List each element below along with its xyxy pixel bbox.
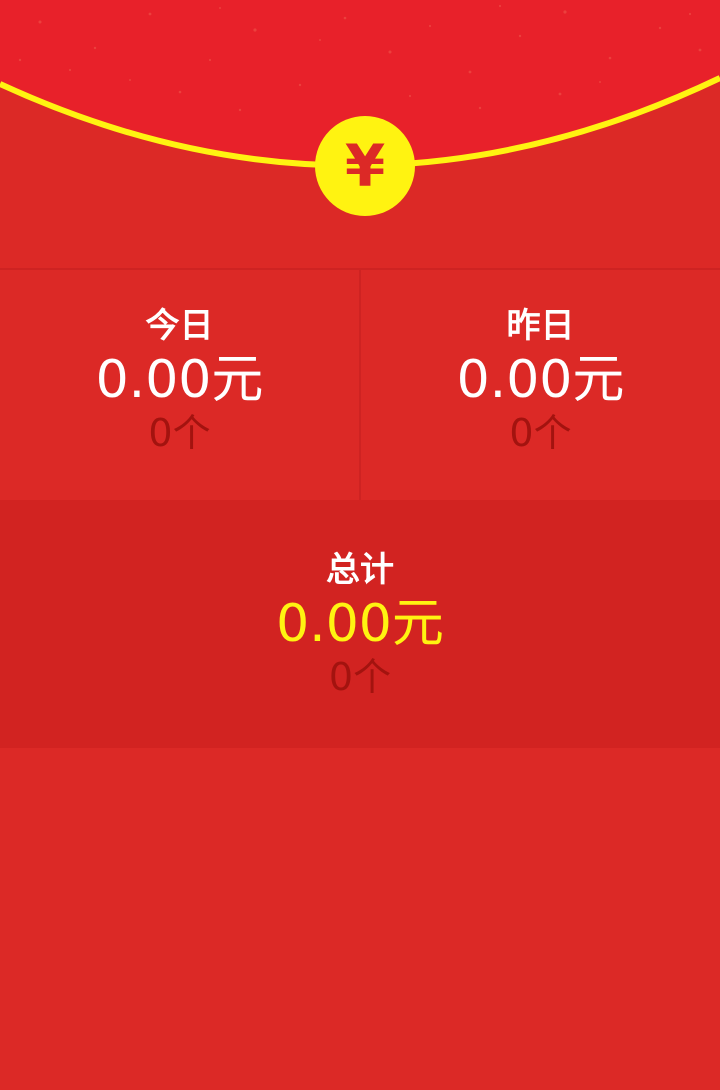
- total-count: 0个: [328, 655, 392, 699]
- daily-stats-row: 今日 0.00元 0个 昨日 0.00元 0个: [0, 268, 720, 500]
- yesterday-amount: 0.00元: [456, 350, 625, 410]
- total-label: 总计: [326, 550, 394, 590]
- today-amount: 0.00元: [95, 350, 264, 410]
- total-amount: 0.00元: [276, 594, 444, 654]
- yesterday-stats: 昨日 0.00元 0个: [361, 270, 720, 500]
- today-stats: 今日 0.00元 0个: [0, 270, 361, 500]
- today-count: 0个: [148, 411, 211, 455]
- yesterday-count: 0个: [509, 411, 572, 455]
- today-label: 今日: [145, 306, 214, 346]
- total-stats: 总计 0.00元 0个: [0, 500, 720, 748]
- red-envelope-header: ¥: [0, 0, 720, 268]
- yuan-symbol: ¥: [344, 132, 386, 200]
- yesterday-label: 昨日: [506, 306, 575, 346]
